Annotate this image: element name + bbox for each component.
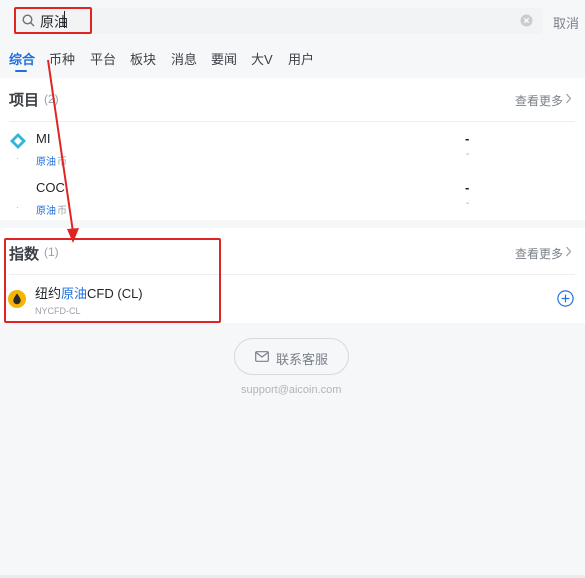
projects-see-more-link[interactable]: 查看更多: [515, 92, 563, 109]
project-tag-suffix: 币: [57, 157, 67, 168]
chevron-right-icon: [566, 246, 572, 257]
project-price: -: [465, 131, 470, 146]
clear-icon[interactable]: [520, 14, 533, 27]
add-circle-icon[interactable]: [557, 290, 574, 307]
tab-platforms[interactable]: 平台: [90, 49, 116, 68]
project-tag-highlight: 原油: [36, 157, 56, 168]
section-title-projects: 项目: [9, 92, 40, 109]
indices-see-more-link[interactable]: 查看更多: [515, 245, 563, 262]
project-tag-highlight: 原油: [36, 206, 56, 217]
tab-news[interactable]: 消息: [171, 49, 197, 68]
mail-icon: [255, 351, 269, 362]
tab-users[interactable]: 用户: [288, 49, 314, 68]
tab-influencers[interactable]: 大V: [251, 49, 273, 68]
project-tag-suffix: 币: [57, 206, 67, 217]
project-price: -: [465, 180, 470, 195]
project-change: -: [466, 149, 470, 160]
projects-count: (2): [44, 92, 59, 106]
project-change: -: [466, 198, 470, 209]
annotation-box-index: [4, 238, 221, 323]
active-tab-indicator: [15, 70, 27, 72]
tab-headlines[interactable]: 要闻: [211, 49, 237, 68]
project-row-coc[interactable]: [0, 171, 585, 219]
tab-overview[interactable]: 综合: [9, 49, 35, 68]
tab-coins[interactable]: 币种: [49, 49, 75, 68]
bullet: ·: [16, 203, 19, 212]
mi-logo-icon: [10, 133, 26, 149]
cancel-button[interactable]: 取消: [553, 13, 579, 32]
project-name: COC: [36, 180, 65, 195]
chevron-right-icon: [566, 93, 572, 104]
project-name: MI: [36, 131, 51, 146]
support-email: support@aicoin.com: [241, 384, 342, 396]
project-row-mi[interactable]: [0, 122, 585, 170]
bullet: ·: [16, 154, 19, 163]
annotation-box-search: [14, 7, 92, 34]
contact-support-label: 联系客服: [276, 352, 329, 367]
tab-sectors[interactable]: 板块: [130, 49, 156, 68]
search-bar[interactable]: [15, 8, 543, 34]
